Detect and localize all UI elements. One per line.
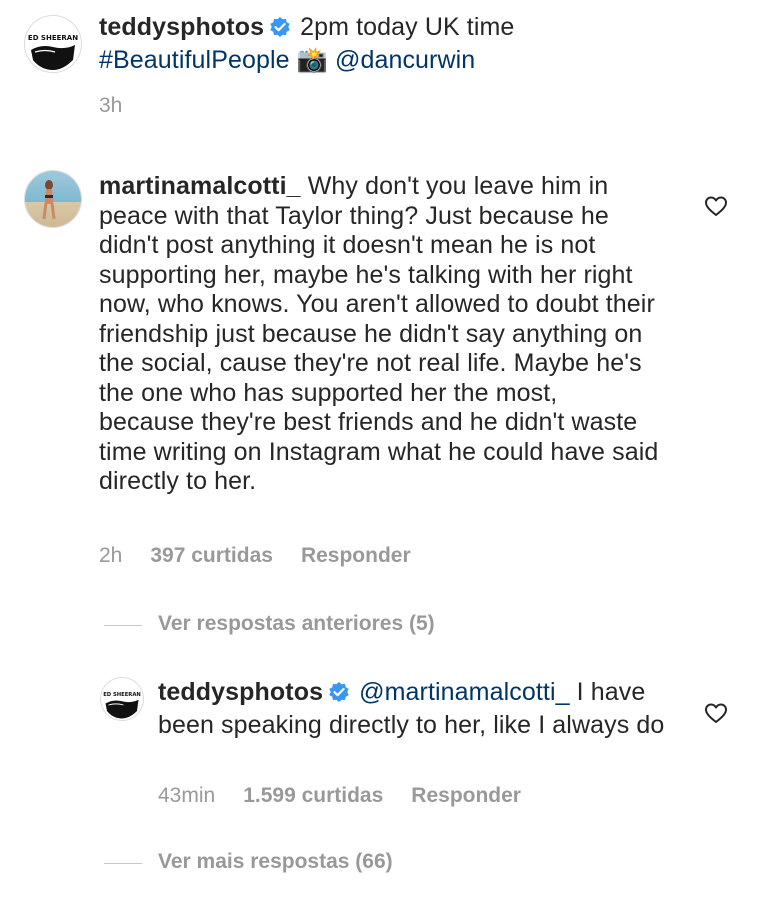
comment-text: Why don't you leave him in peace with th… xyxy=(99,172,659,495)
avatar-logo-text: ED SHEERAN xyxy=(28,34,78,42)
post-caption: teddysphotos 2pm today UK time #Beautifu… xyxy=(99,13,739,75)
avatar-logo-text-reply: ED SHEERAN xyxy=(103,692,141,698)
comment-likes[interactable]: 397 curtidas xyxy=(150,544,273,567)
verified-badge-icon xyxy=(328,681,350,711)
post-timestamp: 3h xyxy=(99,94,123,117)
view-more-replies-button[interactable]: Ver mais respostas (66) xyxy=(158,850,393,874)
reply-username[interactable]: teddysphotos xyxy=(158,678,323,706)
thread-divider xyxy=(104,625,142,626)
post-username[interactable]: teddysphotos xyxy=(99,13,264,41)
reply-time: 43min xyxy=(158,784,216,807)
like-heart-icon[interactable] xyxy=(704,702,728,729)
avatar-teddysphotos[interactable]: ED SHEERAN xyxy=(24,15,82,73)
verified-badge-icon xyxy=(269,16,291,46)
avatar-martinamalcotti[interactable] xyxy=(24,170,82,228)
post-hashtag[interactable]: #BeautifulPeople xyxy=(99,46,290,74)
comment-reply-button[interactable]: Responder xyxy=(301,544,411,567)
comment-username[interactable]: martinamalcotti_ xyxy=(99,172,301,200)
comment-time: 2h xyxy=(99,544,123,567)
camera-flash-icon: 📸 xyxy=(296,45,328,74)
view-previous-replies-button[interactable]: Ver respostas anteriores (5) xyxy=(158,612,435,636)
thread-divider xyxy=(104,863,142,864)
post-mention[interactable]: @dancurwin xyxy=(335,46,475,74)
comment-meta: 2h 397 curtidas Responder xyxy=(99,544,411,568)
reply-likes[interactable]: 1.599 curtidas xyxy=(243,784,383,807)
reply-mention[interactable]: @martinamalcotti_ xyxy=(359,678,569,706)
post-caption-text: 2pm today UK time xyxy=(300,13,515,41)
reply-meta: 43min 1.599 curtidas Responder xyxy=(158,784,521,808)
like-heart-icon[interactable] xyxy=(704,195,728,222)
reply-body: teddysphotos @martinamalcotti_ I have be… xyxy=(158,678,678,740)
reply-reply-button[interactable]: Responder xyxy=(411,784,521,807)
avatar-teddysphotos-reply[interactable]: ED SHEERAN xyxy=(100,677,144,721)
comment-body: martinamalcotti_ Why don't you leave him… xyxy=(99,172,659,497)
